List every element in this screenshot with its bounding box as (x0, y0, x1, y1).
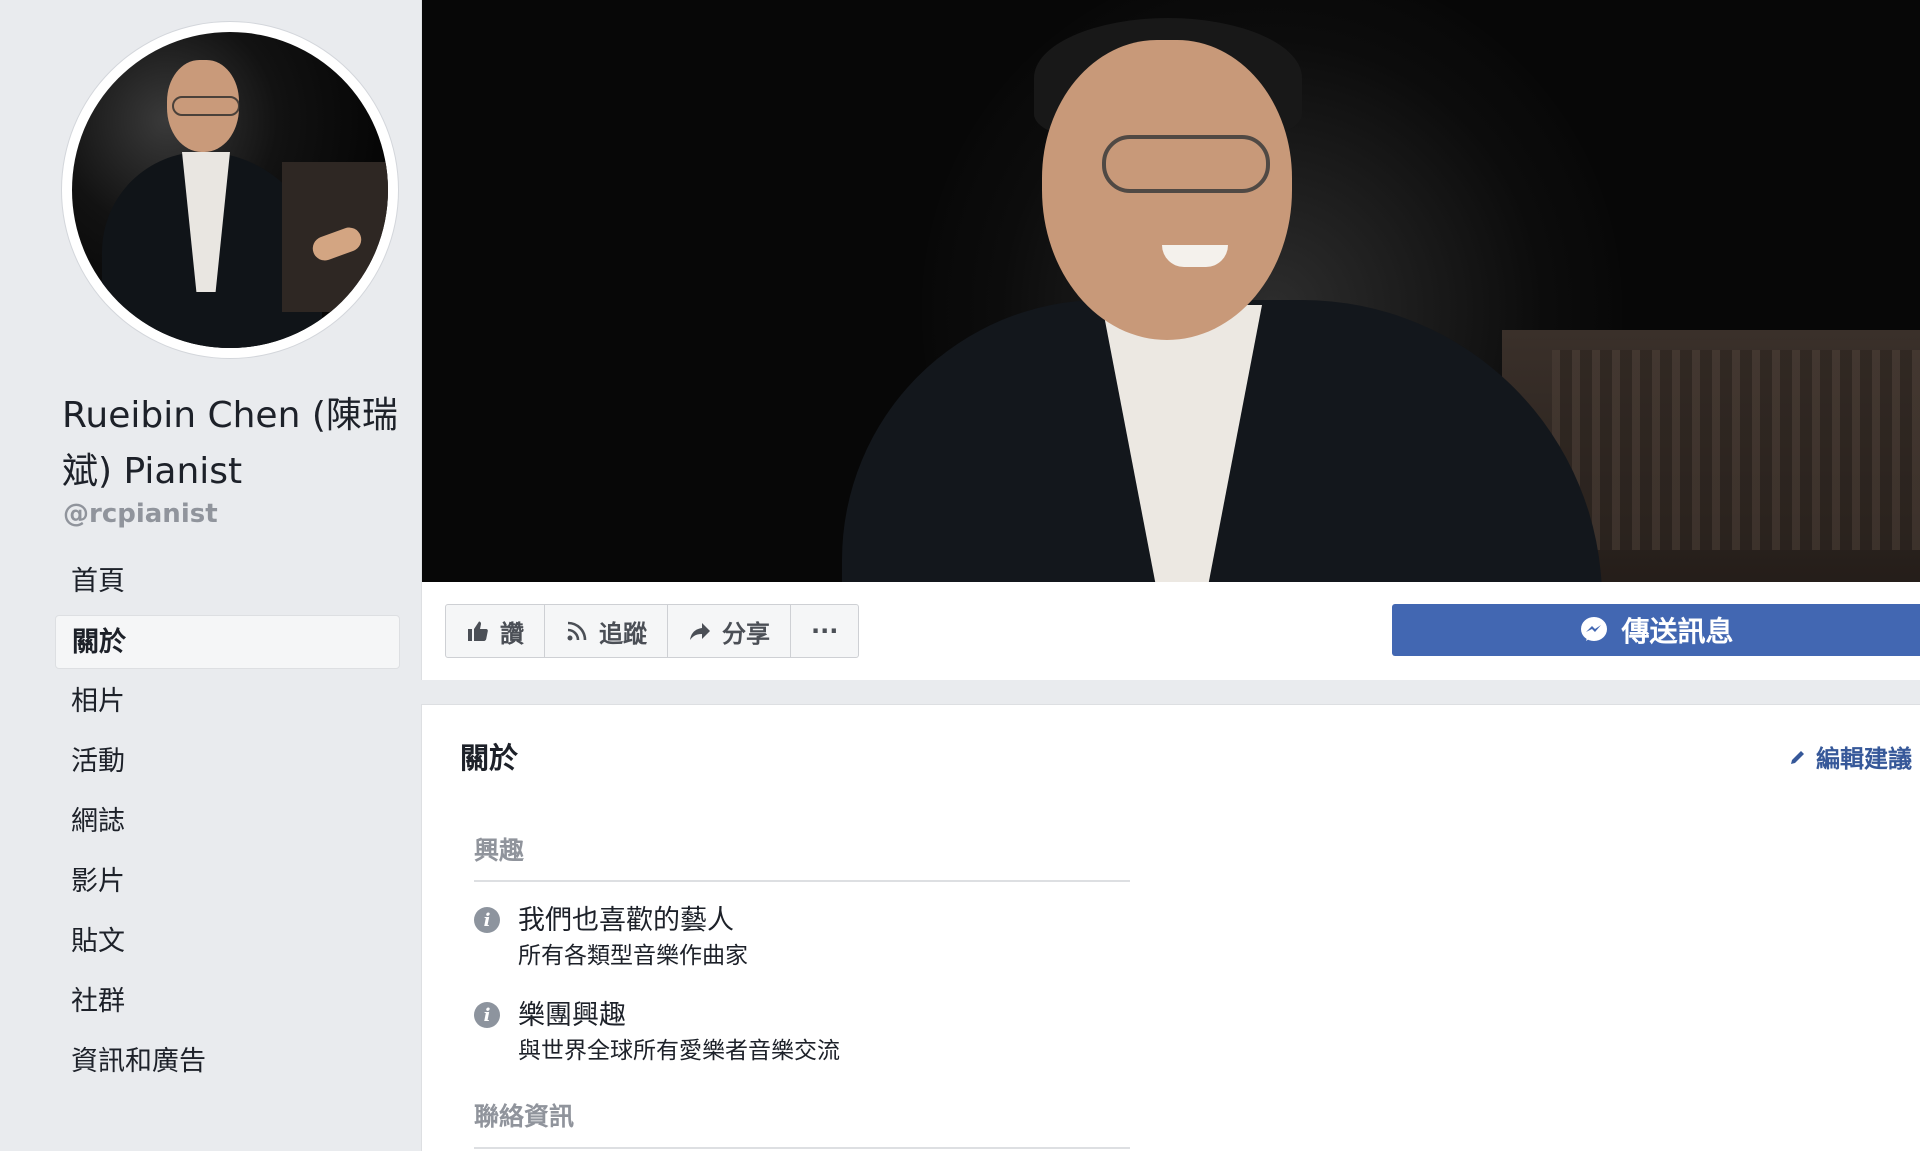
like-label: 讚 (500, 619, 524, 648)
share-label: 分享 (722, 619, 770, 648)
more-options-button[interactable]: ··· (791, 605, 858, 657)
nav-item-events[interactable]: 活動 (55, 735, 400, 789)
nav-item-posts[interactable]: 貼文 (55, 915, 400, 969)
more-dots-icon: ··· (811, 617, 839, 645)
rss-icon (565, 619, 589, 643)
page-handle[interactable]: @rcpianist (63, 499, 218, 529)
info-icon: i (474, 907, 500, 933)
item-title: 我們也喜歡的藝人 (518, 905, 734, 936)
send-message-label: 傳送訊息 (1621, 615, 1734, 648)
share-arrow-icon (688, 619, 712, 643)
item-subtitle: 所有各類型音樂作曲家 (518, 943, 748, 969)
list-item: i 樂團興趣 與世界全球所有愛樂者音樂交流 (474, 998, 840, 1068)
nav-item-about[interactable]: 關於 (55, 615, 400, 669)
nav-item-community[interactable]: 社群 (55, 975, 400, 1029)
thumbs-up-icon (466, 619, 490, 643)
nav-item-info-ads[interactable]: 資訊和廣告 (55, 1035, 400, 1089)
facebook-page: Rueibin Chen (陳瑞斌) Pianist @rcpianist 首頁… (0, 0, 1920, 1151)
cover-card: 讚 追蹤 分享 ··· 傳送訊息 (421, 0, 1920, 680)
interests-heading: 興趣 (474, 836, 525, 865)
page-title[interactable]: Rueibin Chen (陳瑞斌) Pianist (62, 388, 402, 500)
about-card: 關於 編輯建議 興趣 i 我們也喜歡的藝人 所有各類型音樂作曲家 i 樂團興趣 … (421, 704, 1920, 1151)
left-sidebar: Rueibin Chen (陳瑞斌) Pianist @rcpianist 首頁… (0, 0, 421, 1151)
divider (474, 880, 1130, 882)
nav-item-photos[interactable]: 相片 (55, 675, 400, 729)
page-action-bar: 讚 追蹤 分享 ··· (445, 604, 860, 658)
item-subtitle: 與世界全球所有愛樂者音樂交流 (518, 1038, 840, 1064)
edit-suggestion-label: 編輯建議 (1816, 745, 1912, 773)
info-icon: i (474, 1002, 500, 1028)
page-nav: 首頁 關於 相片 活動 網誌 影片 貼文 社群 資訊和廣告 (55, 555, 400, 1095)
share-button[interactable]: 分享 (668, 605, 791, 657)
divider (474, 1147, 1130, 1149)
nav-item-home[interactable]: 首頁 (55, 555, 400, 609)
messenger-icon (1579, 615, 1609, 645)
about-heading: 關於 (460, 741, 519, 775)
list-item: i 我們也喜歡的藝人 所有各類型音樂作曲家 (474, 903, 748, 973)
pencil-icon (1788, 747, 1808, 767)
avatar[interactable] (72, 32, 388, 348)
follow-label: 追蹤 (599, 619, 647, 648)
cover-photo[interactable] (422, 0, 1920, 582)
send-message-button[interactable]: 傳送訊息 (1392, 604, 1920, 656)
contact-heading: 聯絡資訊 (474, 1102, 575, 1131)
edit-suggestion-link[interactable]: 編輯建議 (1788, 739, 1912, 774)
nav-item-notes[interactable]: 網誌 (55, 795, 400, 849)
profile-picture[interactable] (62, 22, 398, 358)
item-title: 樂團興趣 (518, 1000, 626, 1031)
follow-button[interactable]: 追蹤 (545, 605, 668, 657)
nav-item-videos[interactable]: 影片 (55, 855, 400, 909)
like-button[interactable]: 讚 (446, 605, 545, 657)
